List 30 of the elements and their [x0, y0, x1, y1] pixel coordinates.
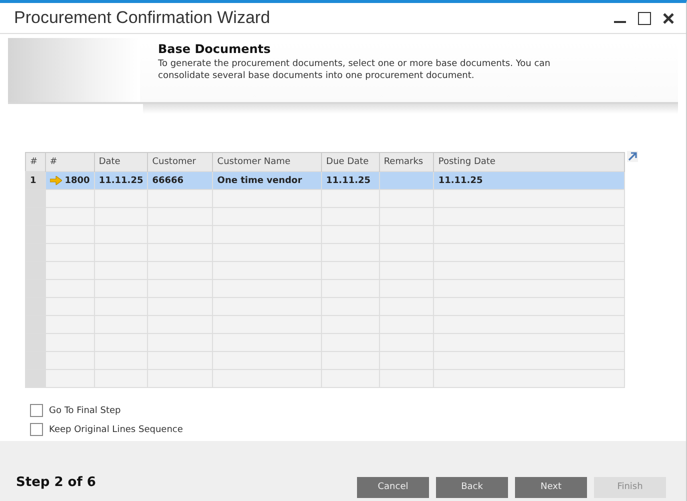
column-header[interactable]: Customer Name — [212, 152, 322, 172]
column-header[interactable]: Posting Date — [434, 152, 624, 172]
step-indicator: Step 2 of 6 — [16, 474, 96, 490]
maximize-icon[interactable] — [638, 12, 651, 24]
table-cell: 11.11.25 — [322, 172, 380, 190]
wizard-button[interactable]: Back — [436, 476, 508, 498]
checkbox-label: Keep Original Lines Sequence — [49, 424, 183, 434]
page-description: To generate the procurement documents, select one or more base documents. You can consolidate several base documents into one procurement document. — [158, 58, 552, 82]
checkbox[interactable] — [30, 404, 43, 417]
close-icon[interactable] — [663, 12, 674, 24]
table-cell: 11.11.25 — [94, 172, 148, 190]
table-cell: 66666 — [148, 172, 213, 190]
row-number[interactable]: 1 — [26, 172, 46, 190]
page-title: Base Documents — [158, 42, 272, 56]
column-header[interactable]: # — [45, 152, 94, 172]
wizard-button[interactable]: Cancel — [357, 476, 429, 498]
expand-icon[interactable] — [627, 151, 638, 162]
window-title: Procurement Confirmation Wizard — [14, 8, 270, 28]
table-cell: 1800 — [45, 172, 94, 190]
column-header[interactable]: Remarks — [379, 152, 434, 172]
column-header[interactable]: # — [26, 152, 46, 172]
column-header[interactable]: Due Date — [322, 152, 380, 172]
link-arrow-icon[interactable] — [50, 176, 62, 185]
table-cell: One time vendor — [212, 172, 322, 190]
checkbox-label: Go To Final Step — [49, 406, 121, 416]
table-cell: 11.11.25 — [434, 172, 624, 190]
checkbox[interactable] — [30, 423, 43, 436]
wizard-button[interactable]: Next — [515, 476, 587, 498]
column-header[interactable]: Customer — [148, 152, 213, 172]
column-header[interactable]: Date — [94, 152, 148, 172]
